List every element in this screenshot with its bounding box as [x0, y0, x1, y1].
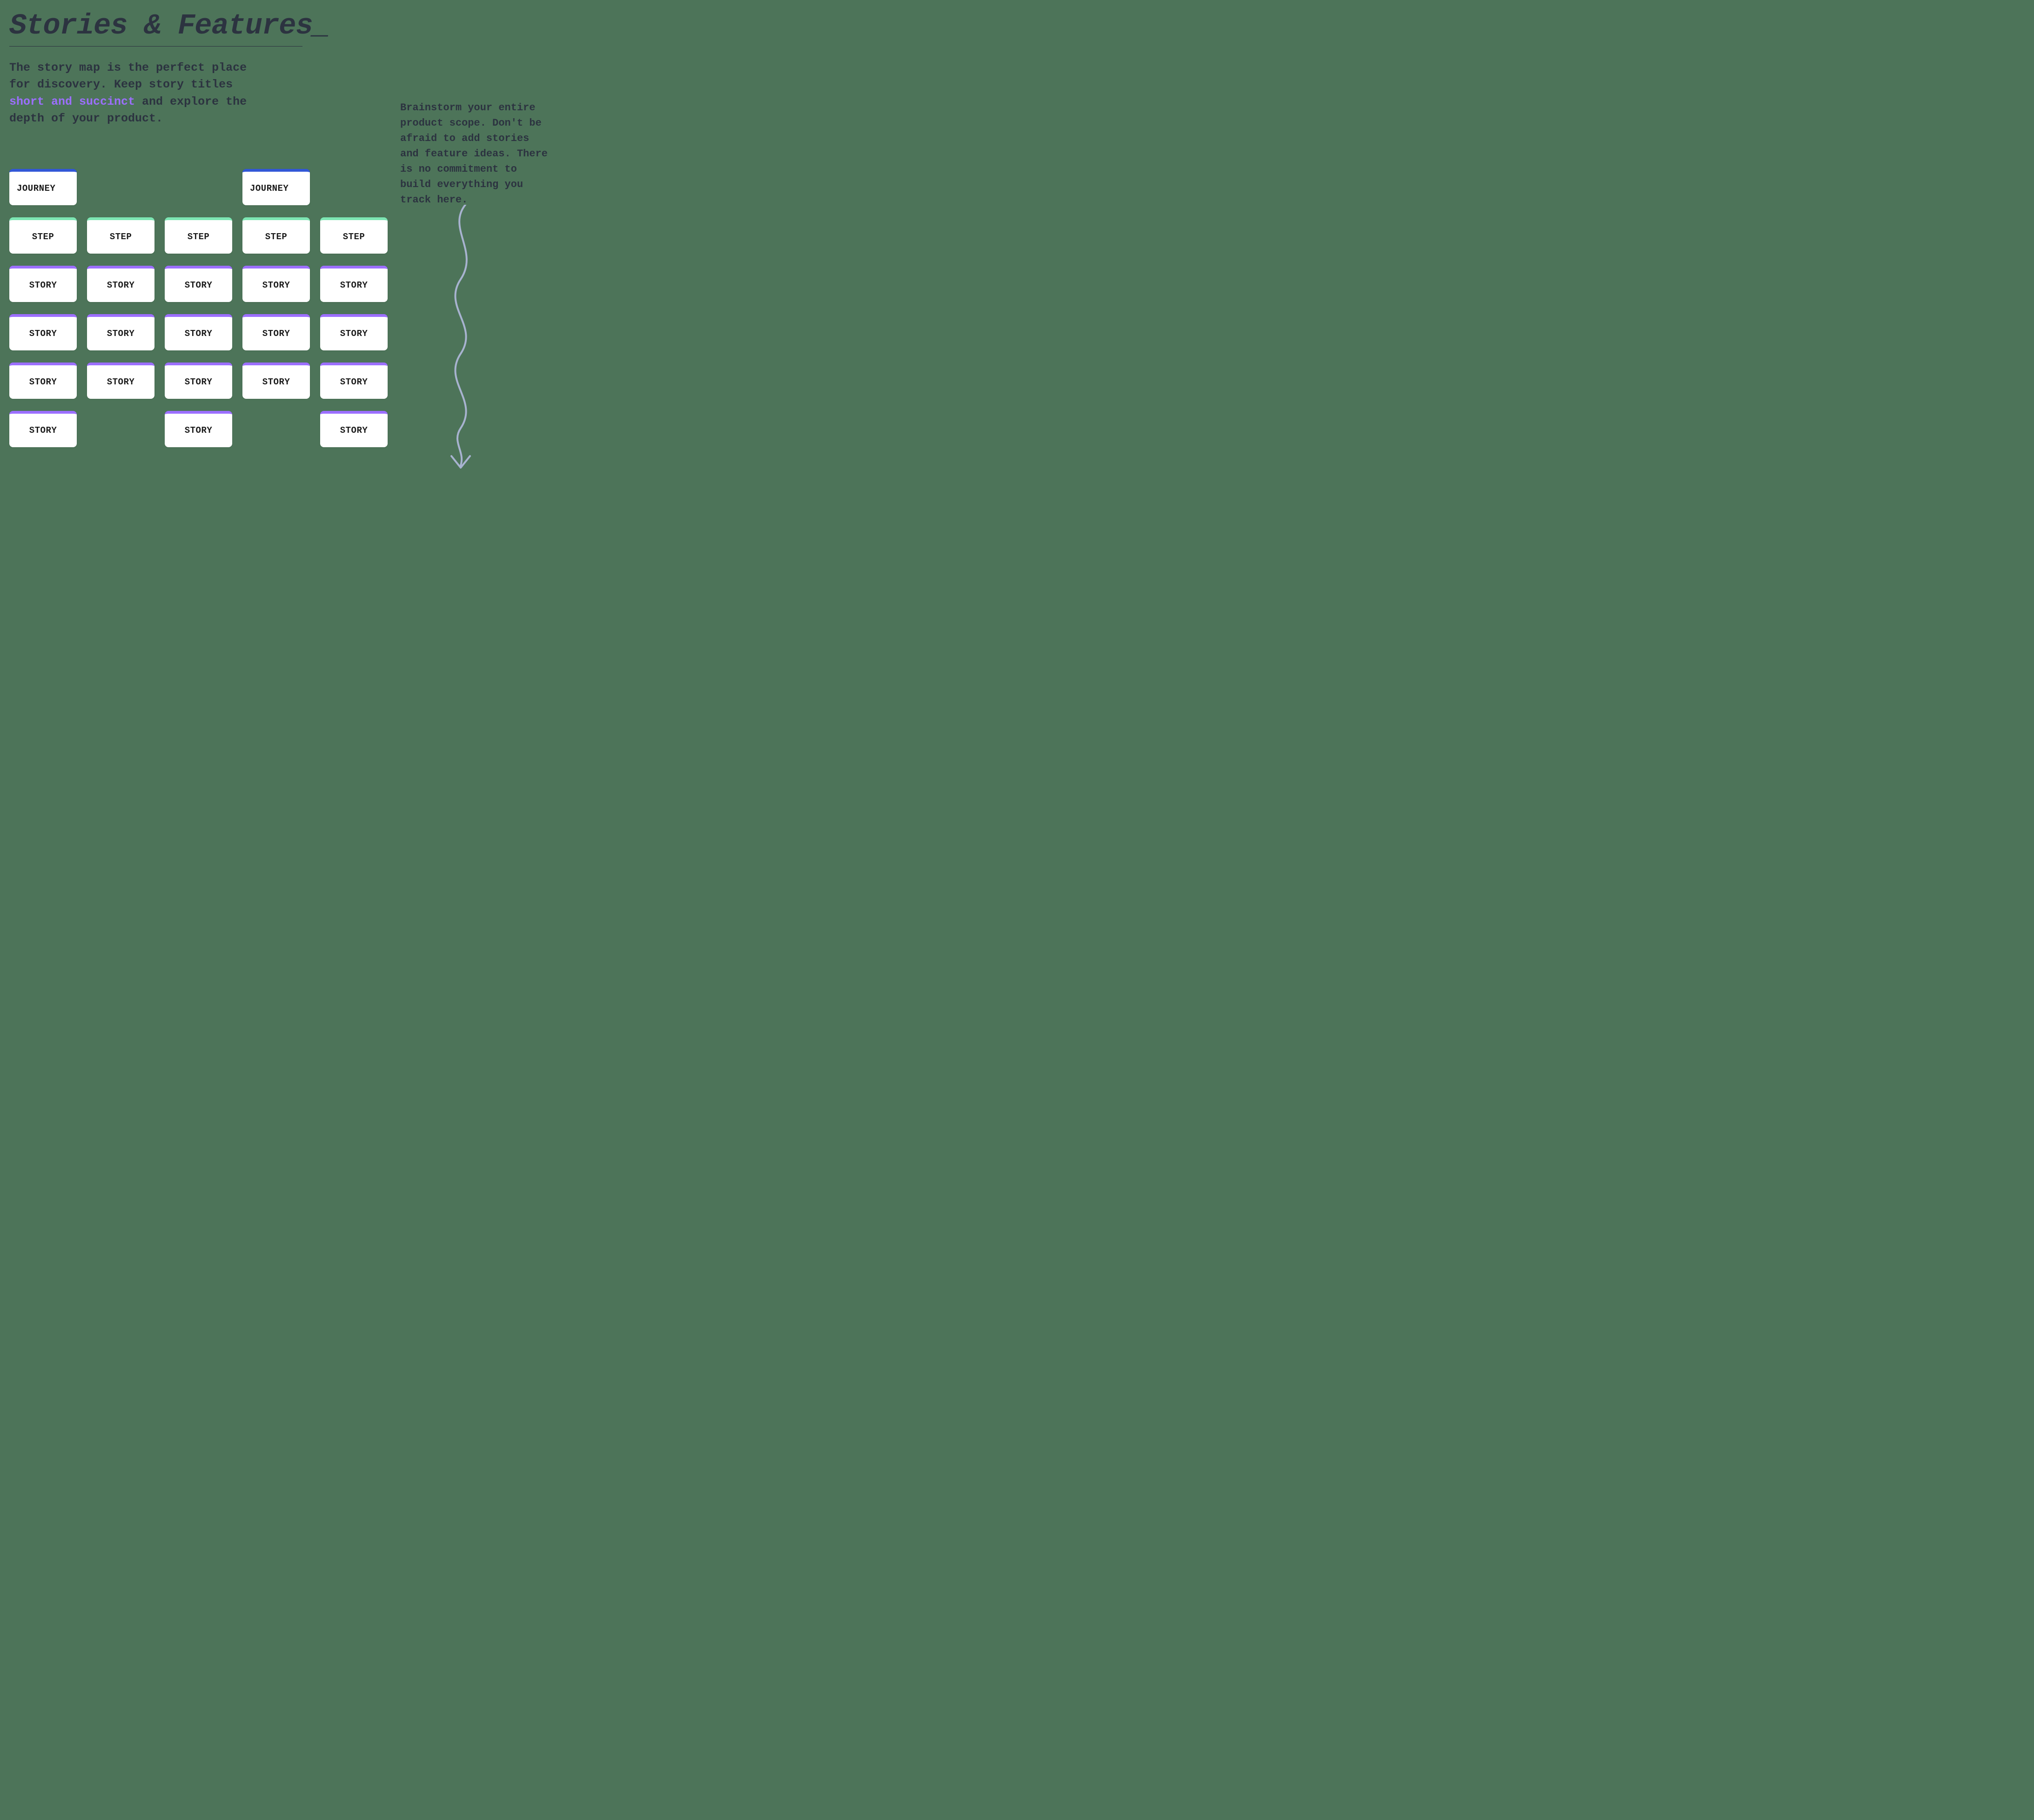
step-card[interactable]: STEP [165, 217, 232, 254]
side-note: Brainstorm your entire product scope. Do… [400, 100, 549, 208]
map-column: STEP STORY STORY STORY STORY [165, 169, 232, 447]
wavy-arrow-icon [433, 205, 489, 479]
story-card[interactable]: STORY [242, 363, 310, 399]
story-card[interactable]: STORY [9, 363, 77, 399]
story-card[interactable]: STORY [87, 314, 154, 350]
story-card[interactable]: STORY [87, 363, 154, 399]
story-card[interactable]: STORY [9, 411, 77, 447]
journey-card[interactable]: JOURNEY [9, 169, 77, 205]
story-card[interactable]: STORY [165, 266, 232, 302]
story-card[interactable]: STORY [320, 363, 388, 399]
journey-card[interactable]: JOURNEY [242, 169, 310, 205]
map-columns: JOURNEY STEP STORY STORY STORY STORY STEP STORY… [9, 169, 388, 447]
step-card[interactable]: STEP [9, 217, 77, 254]
story-card[interactable]: STORY [165, 363, 232, 399]
step-card[interactable]: STEP [87, 217, 154, 254]
story-card[interactable]: STORY [9, 266, 77, 302]
story-card[interactable]: STORY [87, 266, 154, 302]
story-card[interactable]: STORY [242, 266, 310, 302]
story-card[interactable]: STORY [320, 411, 388, 447]
intro-highlight: short and succinct [9, 95, 135, 108]
map-column: STEP STORY STORY STORY STORY [320, 169, 388, 447]
intro-paragraph: The story map is the perfect place for d… [9, 60, 270, 127]
map-column: JOURNEY STEP STORY STORY STORY STORY [9, 169, 77, 447]
step-card[interactable]: STEP [242, 217, 310, 254]
page-title: Stories & Features_ [9, 9, 549, 42]
intro-pre: The story map is the perfect place for d… [9, 61, 247, 91]
story-card[interactable]: STORY [242, 314, 310, 350]
story-card[interactable]: STORY [320, 314, 388, 350]
story-card[interactable]: STORY [9, 314, 77, 350]
story-card[interactable]: STORY [165, 411, 232, 447]
story-card[interactable]: STORY [320, 266, 388, 302]
story-card[interactable]: STORY [165, 314, 232, 350]
map-column: JOURNEY STEP STORY STORY STORY [242, 169, 310, 447]
heading-divider [9, 46, 302, 47]
map-column: STEP STORY STORY STORY [87, 169, 154, 447]
step-card[interactable]: STEP [320, 217, 388, 254]
